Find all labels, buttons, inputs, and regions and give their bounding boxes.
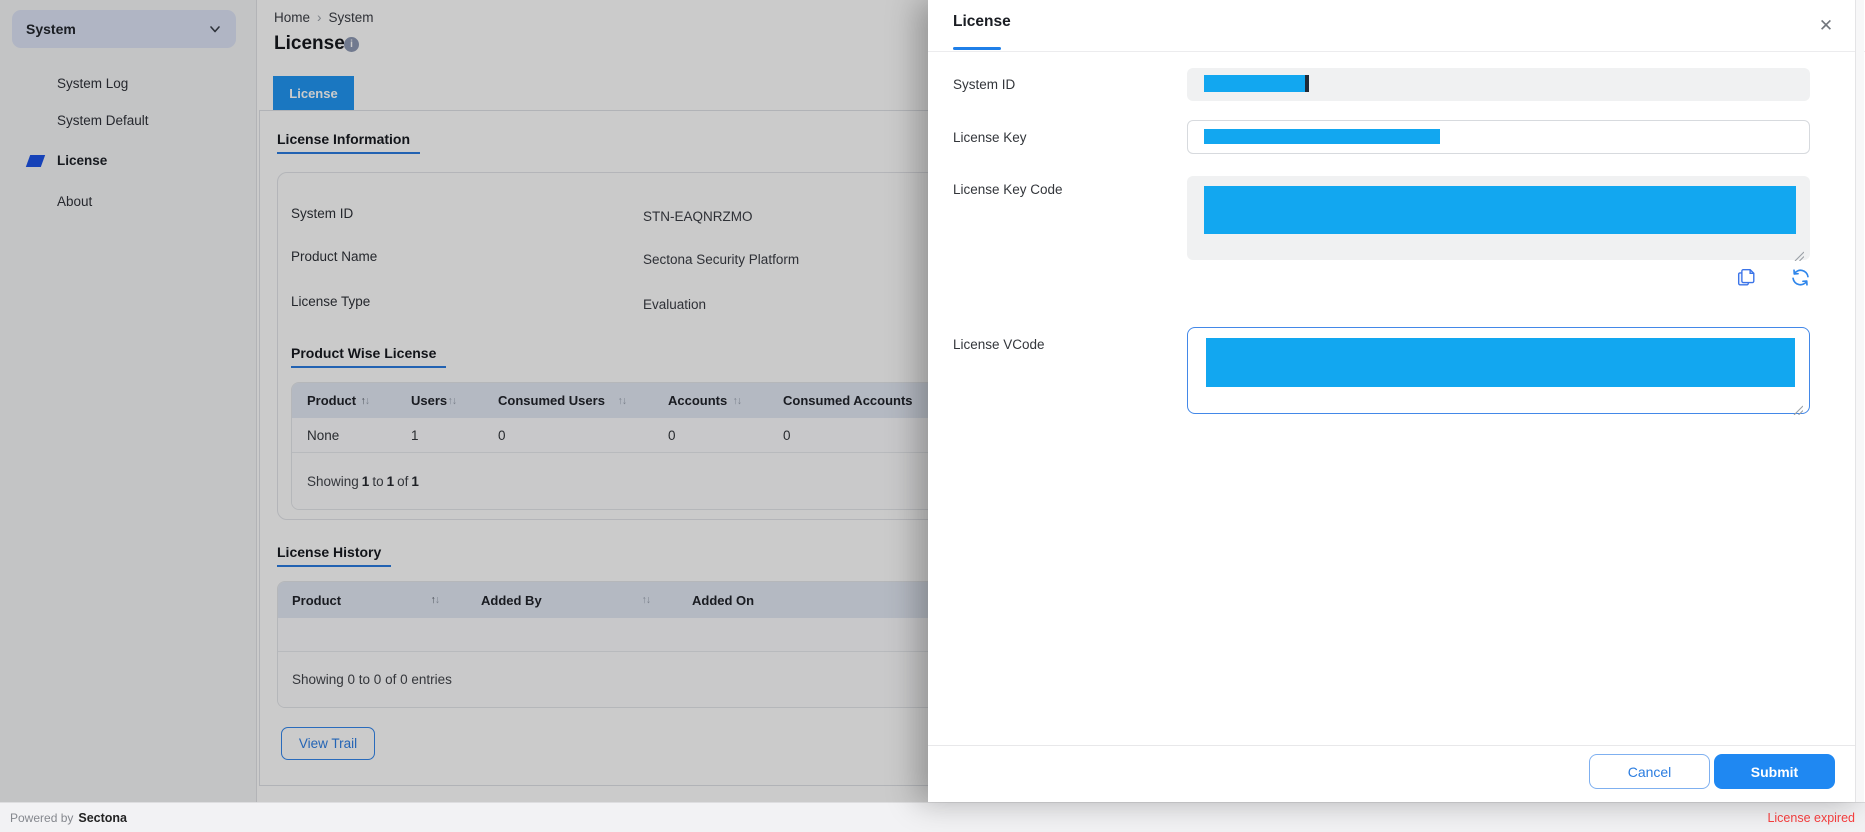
drawer-title-active-indicator [953,47,1001,50]
redacted-license-vcode-value [1206,338,1795,387]
resize-grip-icon[interactable] [1794,248,1804,266]
app-screen: System System Log System Default License… [0,0,1865,832]
redacted-system-id-value [1204,75,1305,92]
text-caret [1305,75,1309,92]
copy-icon[interactable] [1734,266,1758,290]
redacted-license-key-value [1204,129,1440,144]
license-key-code-field-label: License Key Code [953,182,1063,197]
license-drawer: License ✕ System ID License Key License … [928,0,1865,802]
drawer-header-divider [928,51,1865,52]
powered-by-label: Powered by [10,811,73,825]
license-key-field-label: License Key [953,130,1027,145]
license-vcode-field-label: License VCode [953,337,1045,352]
redacted-license-key-code-value [1204,186,1796,234]
drawer-scrollbar-track[interactable] [1855,0,1864,802]
drawer-title: License [953,13,1011,31]
close-icon[interactable]: ✕ [1814,14,1838,38]
cancel-button[interactable]: Cancel [1589,754,1710,789]
footer-bar: Powered by Sectona License expired [0,802,1865,832]
license-status-badge: License expired [1767,811,1855,825]
resize-grip-icon[interactable] [1793,402,1803,420]
submit-button[interactable]: Submit [1714,754,1835,789]
system-id-field-label: System ID [953,77,1015,92]
brand-name: Sectona [78,811,127,825]
refresh-icon[interactable] [1788,267,1812,291]
drawer-footer-divider [928,745,1856,746]
